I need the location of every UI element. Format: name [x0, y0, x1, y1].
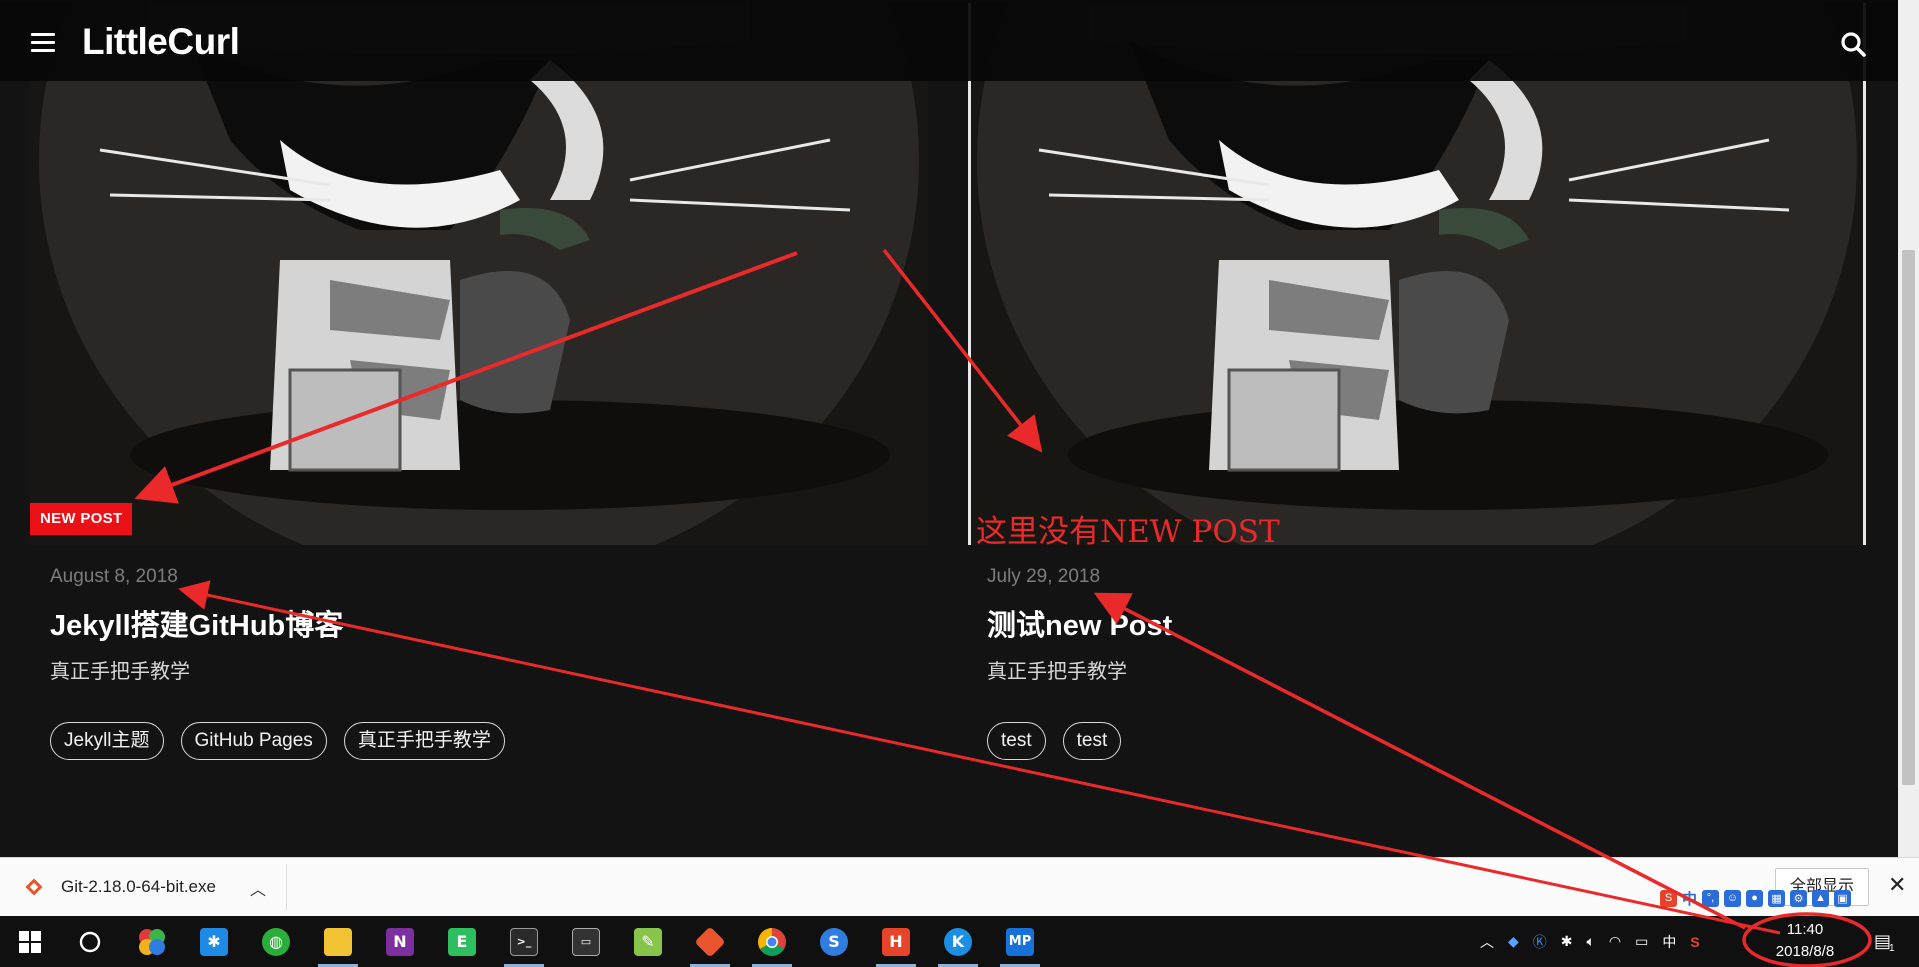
sogou-browser-icon[interactable]: S — [808, 916, 860, 967]
git-file-icon — [25, 878, 43, 896]
star-app-icon[interactable]: ✱ — [188, 916, 240, 967]
cortana-search-icon[interactable] — [64, 916, 116, 967]
tag-chip[interactable]: test — [1062, 722, 1122, 760]
tray-lang-label[interactable]: 中 — [1662, 932, 1676, 952]
annotation-note: 这里没有NEW POST — [976, 514, 1280, 550]
wechat-icon[interactable]: ◍ — [250, 916, 302, 967]
tag-chip[interactable]: 真正手把手教学 — [343, 722, 505, 760]
evernote-icon[interactable]: E — [436, 916, 488, 967]
tray-app-icon[interactable]: ◆ — [1508, 933, 1519, 950]
tag-chip[interactable]: test — [987, 722, 1046, 760]
punct-icon[interactable]: °, — [1702, 889, 1720, 907]
post-subtitle: 真正手把手教学 — [50, 661, 190, 683]
tray-star-icon[interactable]: ✱ — [1561, 933, 1573, 950]
onenote-icon[interactable]: N — [374, 916, 426, 967]
cat-illustration-2 — [971, 0, 1863, 545]
scrollbar-thumb[interactable] — [1902, 250, 1915, 785]
pinwheel-app-icon[interactable] — [126, 916, 178, 967]
page-scrollbar[interactable] — [1898, 0, 1919, 857]
notification-count: 1 — [1889, 943, 1895, 954]
hbuilder-icon[interactable]: H — [870, 916, 922, 967]
sogou-icon[interactable]: S — [1660, 889, 1677, 907]
notification-center-icon[interactable]: ▤ 1 — [1874, 916, 1895, 967]
grid-icon[interactable]: ▣ — [1834, 889, 1852, 907]
git-app-icon[interactable] — [684, 916, 736, 967]
post-date: August 8, 2018 — [50, 566, 178, 587]
chevron-up-icon[interactable]: ︿ — [250, 876, 266, 900]
close-icon[interactable]: ✕ — [1888, 872, 1906, 898]
volume-icon[interactable]: 🔈︎ — [1587, 933, 1595, 950]
mic-icon[interactable]: ● — [1746, 889, 1764, 907]
post-tags: test test — [987, 722, 1122, 760]
wifi-icon[interactable]: ◠ — [1609, 933, 1621, 950]
mp-icon[interactable]: MP — [994, 916, 1046, 967]
ime-lang-label[interactable]: 中 — [1682, 888, 1697, 909]
new-post-badge: NEW POST — [30, 503, 133, 535]
skin-icon[interactable]: ▲ — [1812, 889, 1830, 907]
cat-illustration-1 — [30, 0, 928, 545]
emoji-icon[interactable]: ☺ — [1724, 889, 1742, 907]
terminal-icon[interactable]: >_ — [498, 916, 550, 967]
windows-start-icon[interactable] — [4, 916, 56, 967]
terminal-2-icon[interactable]: ▭ — [560, 916, 612, 967]
chevron-up-icon[interactable]: ︿ — [1480, 932, 1494, 952]
battery-icon[interactable]: ▭ — [1635, 933, 1648, 950]
post-title-link[interactable]: Jekyll搭建GitHub博客 — [50, 602, 343, 644]
ime-toolbar: S 中 °, ☺ ● ▦ ⚙ ▲ ▣ — [1660, 883, 1852, 913]
hamburger-menu-icon[interactable] — [31, 33, 55, 53]
post-tags: Jekyll主题 GitHub Pages 真正手把手教学 — [50, 722, 505, 760]
download-bar: Git-2.18.0-64-bit.exe ︿ 全部显示 ✕ — [0, 857, 1919, 916]
search-icon[interactable] — [1840, 31, 1866, 57]
top-navbar: LittleCurl — [0, 0, 1898, 81]
post-image-1[interactable] — [30, 0, 928, 545]
file-explorer-icon[interactable] — [312, 916, 364, 967]
chrome-icon[interactable] — [746, 916, 798, 967]
kugou-tray-icon[interactable]: Ⓚ — [1533, 932, 1547, 952]
clock-time: 11:40 — [1786, 921, 1824, 938]
system-tray: ︿ ◆ Ⓚ ✱ 🔈︎ ◠ ▭ 中 S — [1480, 916, 1700, 967]
kugou-icon[interactable]: K — [932, 916, 984, 967]
post-date: July 29, 2018 — [987, 566, 1101, 587]
windows-taskbar: ✱ ◍ N E >_ ▭ ✎ S H K MP ︿ ◆ Ⓚ ✱ 🔈︎ ◠ ▭ 中… — [0, 916, 1919, 967]
tag-chip[interactable]: Jekyll主题 — [50, 722, 164, 760]
tag-chip[interactable]: GitHub Pages — [180, 722, 327, 760]
notepad-icon[interactable]: ✎ — [622, 916, 674, 967]
post-image-2[interactable] — [968, 0, 1866, 545]
sogou-tray-icon[interactable]: S — [1690, 934, 1699, 950]
browser-viewport: NEW POST August 8, 2018 Jekyll搭建GitHub博客… — [0, 0, 1898, 857]
download-file-name[interactable]: Git-2.18.0-64-bit.exe — [61, 877, 216, 897]
divider — [286, 864, 287, 910]
clock-date: 2018/8/8 — [1775, 943, 1835, 960]
keyboard-icon[interactable]: ▦ — [1768, 889, 1786, 907]
post-subtitle: 真正手把手教学 — [987, 661, 1127, 683]
taskbar-clock[interactable]: 11:40 2018/8/8 — [1745, 919, 1865, 963]
tools-icon[interactable]: ⚙ — [1790, 889, 1808, 907]
post-title-link[interactable]: 测试new Post — [987, 602, 1172, 644]
site-title[interactable]: LittleCurl — [82, 21, 240, 63]
